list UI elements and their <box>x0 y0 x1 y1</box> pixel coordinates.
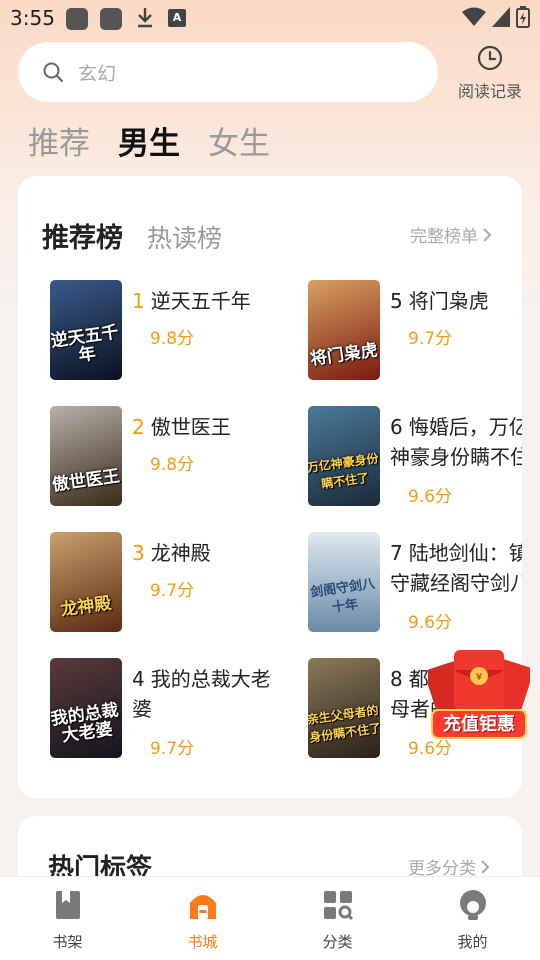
download-icon <box>138 8 152 28</box>
book-item[interactable]: 将门枭虎 5 将门枭虎 9.7分 <box>308 280 522 380</box>
book-score: 9.6分 <box>408 487 453 506</box>
full-list-link[interactable]: 完整榜单 <box>410 222 492 247</box>
signal-icon <box>492 7 510 27</box>
book-item[interactable]: 剑阁守剑八十年 7陆地剑仙：镇守藏经阁守剑八十年 9.6分 <box>308 532 522 632</box>
full-list-label: 完整榜单 <box>410 227 478 247</box>
book-score: 9.8分 <box>150 329 195 349</box>
clock-icon <box>477 45 503 71</box>
book-item[interactable]: 傲世医王 2 傲世医王 9.8分 <box>50 406 280 506</box>
cover-text: 傲世医王 <box>50 466 122 496</box>
tab-recommend-list[interactable]: 推荐榜 <box>42 216 123 255</box>
recharge-promo-button[interactable]: ¥ 充值钜惠 <box>424 648 534 744</box>
svg-text:¥: ¥ <box>476 672 482 683</box>
ranking-tabs: 推荐榜 热读榜 <box>42 216 222 255</box>
book-cover: 龙神殿 <box>50 532 122 632</box>
bottom-nav: 书架 书城 分类 我的 <box>0 876 540 960</box>
app-notification-icon <box>66 8 88 30</box>
book-item[interactable]: 龙神殿 3 龙神殿 9.7分 <box>50 532 280 632</box>
book-cover: 剑阁守剑八十年 <box>308 532 380 632</box>
tab-hot-list[interactable]: 热读榜 <box>147 219 222 255</box>
nav-profile[interactable]: 我的 <box>405 877 540 960</box>
book-cover: 逆天五千年 <box>50 280 122 380</box>
app-notification-icon <box>100 8 122 30</box>
cover-text: 亲生父母者的身份瞒不住了 <box>308 703 380 745</box>
search-placeholder: 玄幻 <box>78 62 117 85</box>
book-cover: 亲生父母者的身份瞒不住了 <box>308 658 380 758</box>
gender-tabs: 推荐 男生 女生 <box>28 118 270 163</box>
book-score: 9.7分 <box>408 329 453 349</box>
book-score: 9.7分 <box>150 581 195 601</box>
book-title: 4 我的总裁大老婆 <box>132 664 272 724</box>
rank-number: 5 <box>390 289 403 313</box>
book-title: 1 逆天五千年 <box>132 286 272 316</box>
chevron-right-icon <box>481 859 490 874</box>
book-title: 6悔婚后，万亿神豪身份瞒不住了 <box>390 412 522 472</box>
rank-number: 4 <box>132 667 145 691</box>
battery-icon <box>516 6 530 28</box>
cover-text: 万亿神豪身份瞒不住了 <box>308 451 380 492</box>
book-title-text: 将门枭虎 <box>408 289 489 313</box>
book-cover: 傲世医王 <box>50 406 122 506</box>
nav-bookstore[interactable]: 书城 <box>135 877 270 960</box>
rank-number: 3 <box>132 541 145 565</box>
rank-number: 2 <box>132 415 145 439</box>
search-input[interactable]: 玄幻 <box>18 42 438 102</box>
rank-number: 7 <box>390 541 403 565</box>
tab-female[interactable]: 女生 <box>208 118 270 163</box>
book-title-text: 陆地剑仙：镇守藏经阁守剑八十年 <box>390 541 522 595</box>
tab-male[interactable]: 男生 <box>118 118 180 163</box>
rank-number: 6 <box>390 415 403 439</box>
book-title: 7陆地剑仙：镇守藏经阁守剑八十年 <box>390 538 522 598</box>
wifi-icon <box>462 7 486 26</box>
book-title-text: 龙神殿 <box>150 541 211 565</box>
bookstore-icon <box>189 895 216 919</box>
status-time: 3:55 <box>10 6 55 30</box>
search-icon <box>43 62 63 82</box>
nav-label: 我的 <box>457 933 488 951</box>
rank-number: 1 <box>132 289 145 313</box>
book-cover: 万亿神豪身份瞒不住了 <box>308 406 380 506</box>
cover-text: 我的总裁大老婆 <box>50 700 120 747</box>
book-score: 9.6分 <box>408 613 453 632</box>
book-item[interactable]: 万亿神豪身份瞒不住了 6悔婚后，万亿神豪身份瞒不住了 9.6分 <box>308 406 522 506</box>
cover-text: 逆天五千年 <box>50 322 120 366</box>
rank-number: 8 <box>390 667 403 691</box>
reading-history-button[interactable]: 阅读记录 <box>448 44 532 102</box>
cover-text: 将门枭虎 <box>308 340 380 370</box>
profile-icon <box>459 890 486 920</box>
book-item[interactable]: 逆天五千年 1 逆天五千年 9.8分 <box>50 280 280 380</box>
status-bar: 3:55 A <box>0 0 540 36</box>
book-title: 3 龙神殿 <box>132 538 272 568</box>
cover-text: 剑阁守剑八十年 <box>309 576 376 616</box>
tab-recommend[interactable]: 推荐 <box>28 118 90 163</box>
reading-history-label: 阅读记录 <box>457 82 522 101</box>
book-item[interactable]: 我的总裁大老婆 4 我的总裁大老婆 9.7分 <box>50 658 280 759</box>
bookshelf-icon <box>55 891 80 919</box>
book-title-text: 悔婚后，万亿神豪身份瞒不住了 <box>390 415 522 469</box>
book-cover: 将门枭虎 <box>308 280 380 380</box>
nav-category[interactable]: 分类 <box>270 877 405 960</box>
chevron-right-icon <box>483 227 492 242</box>
recharge-promo-label: 充值钜惠 <box>443 714 515 735</box>
book-title: 2 傲世医王 <box>132 412 272 442</box>
book-score: 9.7分 <box>150 739 195 759</box>
nav-label: 分类 <box>322 933 353 951</box>
nav-bookshelf[interactable]: 书架 <box>0 877 135 960</box>
nav-label: 书城 <box>187 933 218 951</box>
nav-label: 书架 <box>52 933 83 951</box>
book-title-text: 傲世医王 <box>150 415 231 439</box>
notification-a-icon: A <box>168 9 186 27</box>
book-cover: 我的总裁大老婆 <box>50 658 122 758</box>
book-title-text: 逆天五千年 <box>150 289 251 313</box>
category-icon <box>323 891 353 921</box>
book-score: 9.8分 <box>150 455 195 475</box>
book-title-text: 我的总裁大老婆 <box>132 667 271 721</box>
book-title: 5 将门枭虎 <box>390 286 522 316</box>
cover-text: 龙神殿 <box>59 593 113 621</box>
